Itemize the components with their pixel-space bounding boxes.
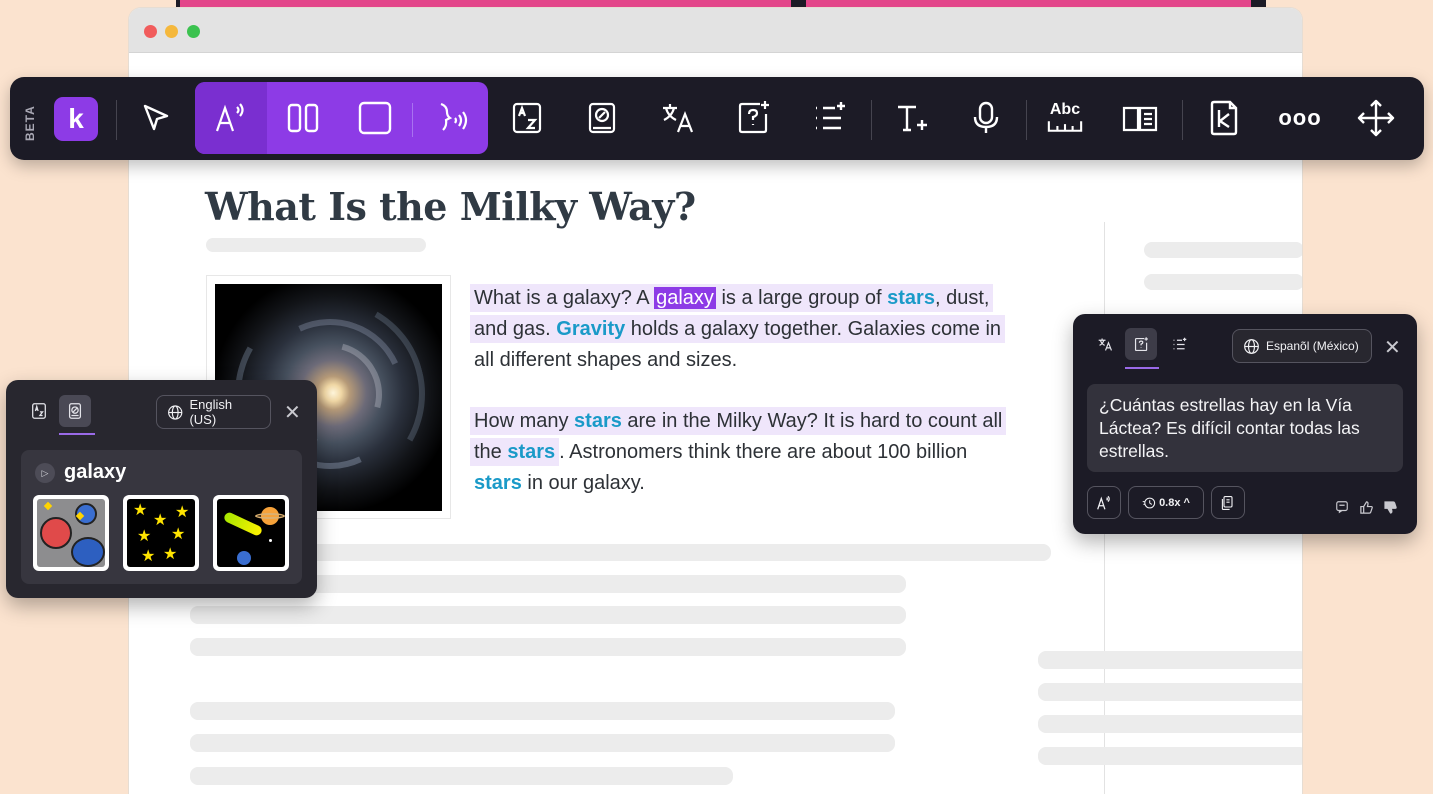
kami-logo[interactable]: k [54,97,98,141]
window-close-dot[interactable] [144,25,157,38]
keyword-stars[interactable]: stars [574,410,622,432]
language-label: Espanõl (México) [1266,339,1359,353]
paragraph-1: What is a galaxy? A galaxy is a large gr… [470,283,1070,376]
placeholder-line [190,734,895,752]
picture-dictionary-tab-icon[interactable] [59,395,91,427]
chevron-up-icon: ^ [1183,496,1190,509]
picture-planets[interactable] [33,495,109,571]
dictionary-icon[interactable] [497,89,557,147]
highlighted-word-galaxy[interactable]: galaxy [654,287,716,309]
placeholder-line [190,606,906,624]
dictionary-word: galaxy [64,461,127,483]
beta-label: BETA [23,105,37,141]
toolbar-separator [412,103,413,137]
toolbar-separator [871,100,872,140]
feedback-icon[interactable] [1335,500,1349,517]
language-selector[interactable]: English (US) [156,395,271,429]
placeholder-line [206,238,426,252]
thumbs-up-icon[interactable] [1359,500,1374,518]
translation-panel: Espanõl (México) ✕ ¿Cuántas estrellas ha… [1073,314,1417,534]
move-toolbar-icon[interactable] [1346,89,1406,147]
placeholder-line [1038,683,1302,701]
ask-question-icon[interactable] [724,89,784,147]
word-card: ▷ galaxy ★ ★ ★ ★ ★ ★ ★ [21,450,302,584]
select-tool-icon[interactable] [126,89,186,147]
read-aloud-icon[interactable] [201,89,261,147]
placeholder-line [190,767,733,785]
thumbs-down-icon[interactable] [1383,500,1398,518]
microphone-icon[interactable] [956,89,1016,147]
abc-label: Abc [1049,101,1081,118]
placeholder-line [1144,242,1302,258]
keyword-stars[interactable]: stars [507,441,555,463]
placeholder-line [259,544,1051,561]
window-maximize-dot[interactable] [187,25,200,38]
globe-icon [1244,338,1259,354]
read-aloud-translation-button[interactable] [1087,486,1121,519]
placeholder-line [1038,651,1302,669]
language-label: English (US) [189,397,233,427]
placeholder-line [190,638,906,656]
reading-toolbar: BETA k Abc ooo [10,77,1424,160]
active-tab-indicator [1125,367,1159,369]
placeholder-line [1144,274,1302,290]
toolbar-separator [1026,100,1027,140]
placeholder-line [190,702,895,720]
placeholder-line [1038,715,1302,733]
close-icon[interactable]: ✕ [1384,335,1401,360]
add-text-icon[interactable] [882,89,942,147]
browser-title-bar [129,8,1302,53]
copy-button[interactable] [1211,486,1245,519]
speed-value: 0.8x [1159,496,1181,509]
placeholder-line [1038,747,1302,765]
play-pronunciation-icon[interactable]: ▷ [35,463,55,483]
voice-icon[interactable] [421,89,481,147]
paragraph-2: How many stars are in the Milky Way? It … [470,406,1070,499]
ask-question-tab-icon[interactable] [1125,328,1157,360]
reader-view-icon[interactable] [1110,89,1170,147]
banner-segment-right [806,0,1251,7]
dictionary-tab-icon[interactable] [23,395,55,427]
translate-tab-icon[interactable] [1089,328,1121,360]
read-aloud-icon [1097,495,1110,509]
kami-app-icon[interactable] [1194,89,1254,147]
spelling-icon[interactable]: Abc [1035,89,1095,147]
page-title: What Is the Milky Way? [205,184,696,229]
window-minimize-dot[interactable] [165,25,178,38]
columns-icon[interactable] [273,89,333,147]
translate-icon[interactable] [648,89,708,147]
picture-dictionary-icon[interactable] [572,89,632,147]
toolbar-separator [1182,100,1183,140]
picture-comet-and-saturn[interactable] [213,495,289,571]
screen-mask-icon[interactable] [345,89,405,147]
more-options-icon[interactable]: ooo [1270,89,1330,147]
speed-icon [1142,497,1156,508]
translation-text: ¿Cuántas estrellas hay en la Vía Láctea?… [1087,384,1403,472]
keyword-stars[interactable]: stars [887,287,935,309]
keyword-stars[interactable]: stars [474,472,522,494]
close-icon[interactable]: ✕ [284,400,301,425]
copy-icon [1221,495,1233,510]
summarize-icon[interactable] [799,89,859,147]
keyword-gravity[interactable]: Gravity [556,318,625,340]
active-tab-indicator [59,433,95,435]
globe-icon [168,404,183,420]
picture-dictionary-panel: English (US) ✕ ▷ galaxy ★ ★ ★ ★ ★ ★ ★ [6,380,317,598]
summarize-tab-icon[interactable] [1163,328,1195,360]
toolbar-separator [116,100,117,140]
banner-segment-left [180,0,791,7]
picture-stars[interactable]: ★ ★ ★ ★ ★ ★ ★ [123,495,199,571]
language-selector[interactable]: Espanõl (México) [1232,329,1372,363]
playback-speed-button[interactable]: 0.8x ^ [1128,486,1204,519]
